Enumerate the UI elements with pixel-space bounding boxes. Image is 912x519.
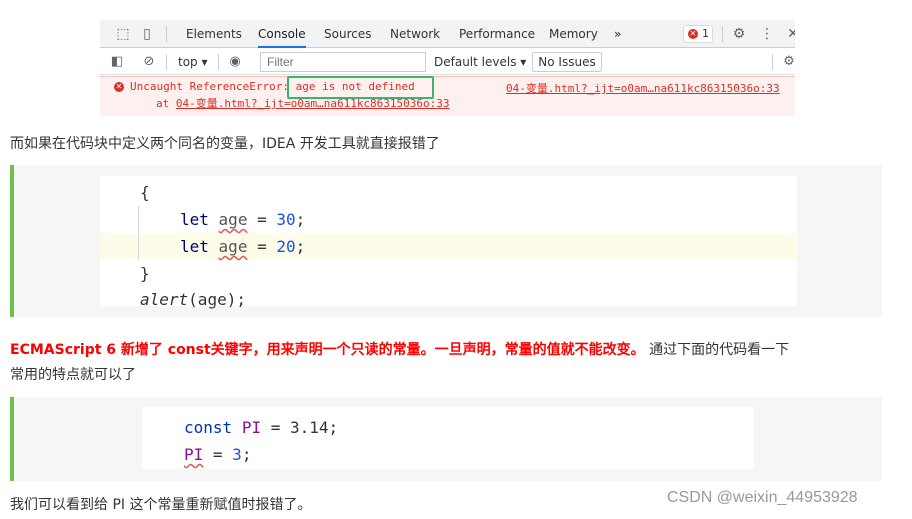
paragraph-3: 我们可以看到给 PI 这个常量重新赋值时报错了。 [10,497,312,513]
live-expression-eye-icon[interactable]: ◉ [226,53,244,71]
inspect-element-icon[interactable]: ⬚ [114,25,132,43]
duplicate-variable-age: age [218,237,248,256]
tab-network[interactable]: Network [390,20,440,48]
error-count: 1 [702,27,709,40]
paragraph-2-text: 通过下面的代码看一下 [644,342,790,358]
code-line-let-age-20: let age = 20; [180,236,305,258]
semicolon: ; [295,237,306,256]
close-devtools-icon[interactable]: ✕ [784,25,795,43]
value-3-14: 3.14 [289,418,329,437]
reassigned-constant-pi: PI [184,445,204,464]
stack-location-link[interactable]: 04-变量.html?_ijt=o0am…na611kc86315036o:33 [176,97,450,110]
assign-op: = [247,237,277,256]
alert-function: alert [140,290,189,309]
stack-at: at [156,97,176,110]
code-block-1: { let age = 30; let age = 20; } alert(ag… [14,165,882,317]
settings-gear-icon[interactable]: ⚙ [730,25,748,43]
code-editor-2: const PI = 3.14; PI = 3; [142,407,754,469]
paragraph-2: ECMAScript 6 新增了 const关键字，用来声明一个只读的常量。一旦… [10,340,789,360]
error-count-badge[interactable]: ✕ 1 [683,25,713,43]
semicolon: ; [328,418,339,437]
console-settings-gear-icon[interactable]: ⚙ [780,53,795,71]
code-editor-1: { let age = 30; let age = 20; } alert(ag… [100,176,797,309]
duplicate-variable-age: age [218,210,248,229]
tab-performance[interactable]: Performance [459,20,535,48]
code-line-reassign-pi: PI = 3; [184,444,251,466]
highlighted-statement: ECMAScript 6 新增了 const关键字，用来声明一个只读的常量。一旦… [10,342,645,358]
keyword-const: const [184,418,233,437]
console-error-message: ✕ Uncaught ReferenceError: age is not de… [100,76,795,116]
semicolon: ; [295,210,306,229]
error-stack-line: at 04-变量.html?_ijt=o0am…na611kc86315036o… [156,95,450,111]
tab-elements[interactable]: Elements [186,20,242,48]
error-text: Uncaught ReferenceError: age is not defi… [130,80,415,93]
divider [722,26,723,42]
code-line-let-age-30: let age = 30; [180,209,305,231]
code-line-alert: alert(age); [140,289,246,311]
divider [218,54,219,70]
value-3: 3 [232,445,242,464]
code-block-2: const PI = 3.14; PI = 3; [14,397,882,481]
tab-console[interactable]: Console [258,20,306,48]
issues-button[interactable]: No Issues [532,52,602,72]
value-30: 30 [276,210,296,229]
indent-guide [138,206,139,260]
code-line-open-brace: { [140,183,150,202]
paragraph-1: 而如果在代码块中定义两个同名的变量，IDEA 开发工具就直接报错了 [10,136,440,152]
assign-op: = [261,418,290,437]
sidebar-toggle-icon[interactable]: ◧ [108,53,126,71]
devtools-tab-bar: ⬚ ▯ Elements Console Sources Network Per… [100,20,795,48]
keyword-let: let [180,237,209,256]
error-icon: ✕ [114,82,124,92]
assign-op: = [203,445,233,464]
code-line-close-brace: } [140,264,150,283]
clear-console-icon[interactable]: ⊘ [140,53,158,71]
paragraph-2-line-2: 常用的特点就可以了 [10,367,136,383]
constant-pi: PI [241,418,262,437]
divider [772,54,773,70]
context-selector[interactable]: top ▾ [178,53,208,71]
console-toolbar: ◧ ⊘ top ▾ ◉ Default levels ▾ No Issues ⚙ [100,49,795,75]
tab-memory[interactable]: Memory [549,20,598,48]
assign-op: = [247,210,277,229]
error-message: age is not defined [295,80,415,93]
more-tabs-button[interactable]: » [614,20,621,48]
alert-args: (age); [188,290,246,309]
divider [166,26,167,42]
csdn-watermark: CSDN @weixin_44953928 [667,489,858,506]
semicolon: ; [241,445,252,464]
device-toolbar-icon[interactable]: ▯ [138,25,156,43]
console-filter-input[interactable] [260,52,426,72]
tab-sources[interactable]: Sources [324,20,371,48]
keyword-let: let [180,210,209,229]
code-line-const-pi: const PI = 3.14; [184,417,338,439]
value-20: 20 [276,237,296,256]
error-icon: ✕ [688,29,698,39]
more-options-icon[interactable]: ⋮ [758,25,776,43]
log-levels-dropdown[interactable]: Default levels ▾ [434,53,526,71]
error-source-link[interactable]: 04-变量.html?_ijt=o0am…na611kc86315036o:33 [506,80,780,96]
divider [166,54,167,70]
devtools-screenshot: ⬚ ▯ Elements Console Sources Network Per… [100,20,795,116]
error-prefix: Uncaught ReferenceError: [130,80,296,93]
